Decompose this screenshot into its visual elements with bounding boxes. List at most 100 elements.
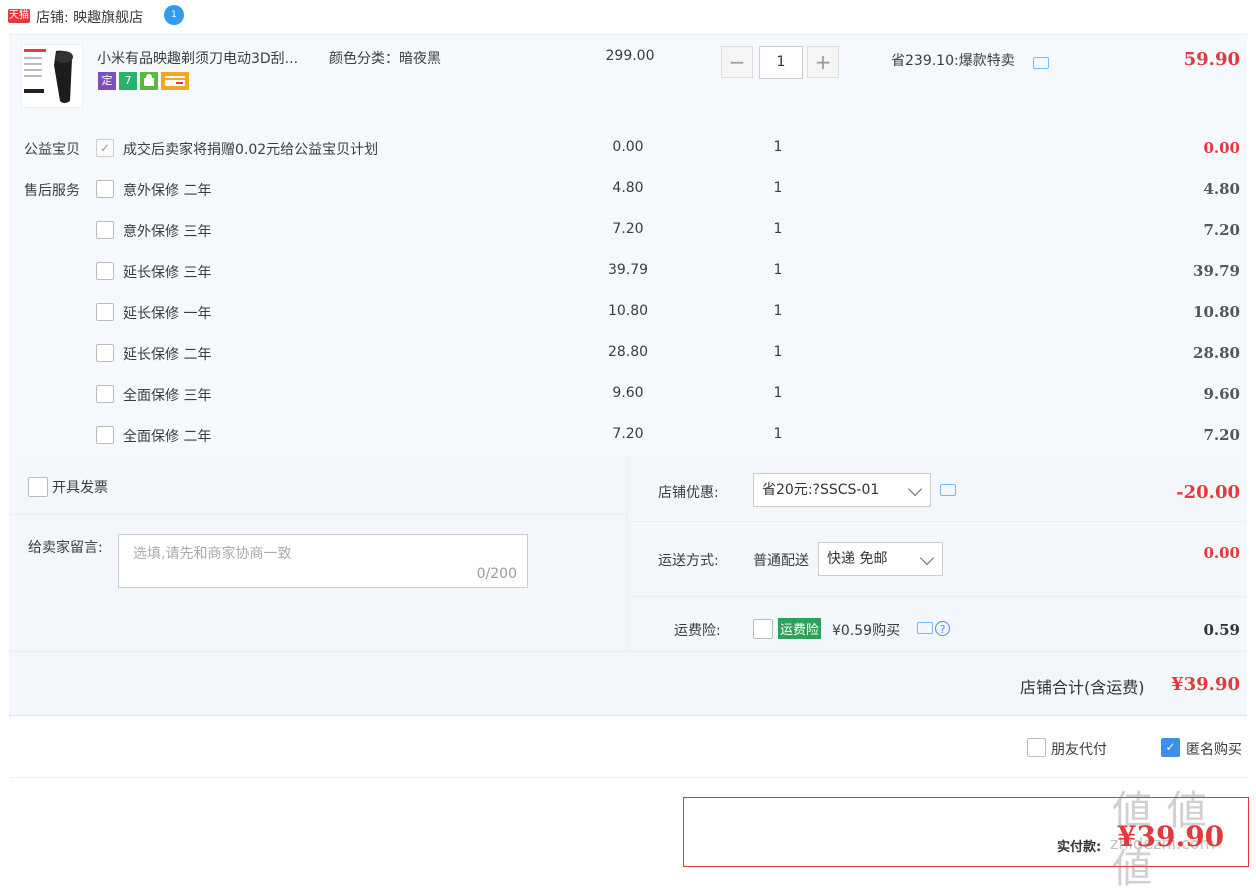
shop-header: 天猫 店铺: 映趣旗舰店 1 bbox=[0, 0, 1256, 34]
coupon-select-value: 省20元:?SSCS-01 bbox=[762, 482, 880, 498]
quantity-input[interactable]: 1 bbox=[759, 46, 803, 79]
service-price: 4.80 bbox=[612, 180, 644, 196]
service-total: 4.80 bbox=[1203, 180, 1240, 198]
service-total: 10.80 bbox=[1193, 303, 1240, 321]
item-total: 59.90 bbox=[1183, 49, 1240, 70]
insurance-checkbox[interactable] bbox=[753, 619, 773, 639]
service-badges: 定7 bbox=[98, 72, 192, 90]
charity-qty: 1 bbox=[773, 139, 783, 155]
service-qty: 1 bbox=[773, 221, 783, 237]
service-price: 9.60 bbox=[612, 385, 644, 401]
product-thumbnail[interactable] bbox=[21, 44, 83, 108]
coupon-amount: -20.00 bbox=[1176, 482, 1240, 503]
product-title[interactable]: 小米有品映趣剃须刀电动3D刮... bbox=[97, 48, 298, 68]
service-checkbox[interactable] bbox=[96, 426, 114, 444]
divider bbox=[628, 521, 1247, 522]
service-name: 全面保修 三年 bbox=[123, 388, 212, 404]
service-total: 28.80 bbox=[1193, 344, 1240, 362]
invoice-checkbox[interactable] bbox=[28, 477, 48, 497]
anonymous-checkbox[interactable]: ✓ bbox=[1161, 738, 1180, 757]
service-total: 9.60 bbox=[1203, 385, 1240, 403]
message-label: 给卖家留言: bbox=[28, 540, 103, 556]
service-checkbox[interactable] bbox=[96, 262, 114, 280]
friend-pay-label: 朋友代付 bbox=[1051, 742, 1107, 758]
service-price: 7.20 bbox=[612, 426, 644, 442]
divider bbox=[627, 455, 628, 651]
insurance-badge: 运费险 bbox=[778, 618, 822, 639]
subtotal-label: 店铺合计(含运费) bbox=[1020, 678, 1145, 697]
service-name: 延长保修 一年 bbox=[123, 306, 212, 322]
tmall-logo: 天猫 bbox=[8, 9, 30, 23]
service-price: 10.80 bbox=[607, 303, 649, 319]
service-name: 意外保修 二年 bbox=[123, 183, 212, 199]
payment-label: 实付款: bbox=[1057, 840, 1102, 855]
service-price: 28.80 bbox=[607, 344, 649, 360]
quantity-stepper: − 1 + bbox=[721, 46, 841, 80]
decrease-button[interactable]: − bbox=[721, 46, 753, 78]
service-label: 售后服务 bbox=[24, 183, 80, 199]
service-name: 全面保修 二年 bbox=[123, 429, 212, 445]
charity-checkbox: ✓ bbox=[96, 139, 114, 157]
divider bbox=[9, 651, 1247, 652]
service-total: 7.20 bbox=[1203, 221, 1240, 239]
service-name: 延长保修 二年 bbox=[123, 347, 212, 363]
product-sku: 颜色分类：暗夜黑 bbox=[329, 51, 441, 67]
service-total: 7.20 bbox=[1203, 426, 1240, 444]
service-qty: 1 bbox=[773, 180, 783, 196]
charity-price: 0.00 bbox=[612, 139, 644, 155]
insurance-amount: 0.59 bbox=[1203, 621, 1240, 639]
message-counter: 0/200 bbox=[476, 566, 517, 582]
shipping-amount: 0.00 bbox=[1203, 544, 1240, 562]
coupon-select[interactable]: 省20元:?SSCS-01 bbox=[753, 473, 931, 507]
service-total: 39.79 bbox=[1193, 262, 1240, 280]
service-checkbox[interactable] bbox=[96, 385, 114, 403]
service-name: 延长保修 三年 bbox=[123, 265, 212, 281]
service-name: 意外保修 三年 bbox=[123, 224, 212, 240]
service-qty: 1 bbox=[773, 262, 783, 278]
anonymous-label: 匿名购买 bbox=[1186, 742, 1242, 758]
help-icon[interactable]: ? bbox=[935, 621, 950, 636]
comment-icon[interactable] bbox=[1033, 57, 1049, 69]
charity-text: 成交后卖家将捐赠0.02元给公益宝贝计划 bbox=[123, 142, 379, 158]
shipping-select[interactable]: 快递 免邮 bbox=[818, 542, 943, 576]
divider bbox=[9, 777, 1247, 778]
shipping-select-value: 快递 免邮 bbox=[827, 551, 888, 567]
credit-card-icon[interactable] bbox=[161, 72, 189, 90]
message-textarea[interactable]: 选填,请先和商家协商一致 0/200 bbox=[118, 534, 528, 588]
guarantee-badge-icon[interactable] bbox=[140, 72, 158, 90]
increase-button[interactable]: + bbox=[807, 46, 839, 78]
divider bbox=[9, 514, 627, 515]
service-price: 39.79 bbox=[607, 262, 649, 278]
service-checkbox[interactable] bbox=[96, 303, 114, 321]
service-qty: 1 bbox=[773, 385, 783, 401]
divider bbox=[628, 596, 1247, 597]
discount-text: 省239.10:爆款特卖 bbox=[891, 53, 1015, 69]
service-qty: 1 bbox=[773, 344, 783, 360]
service-checkbox[interactable] bbox=[96, 344, 114, 362]
shipping-method: 普通配送 bbox=[753, 553, 809, 569]
insurance-text: ¥0.59购买 bbox=[832, 623, 901, 639]
chevron-down-icon bbox=[907, 481, 923, 497]
service-checkbox[interactable] bbox=[96, 221, 114, 239]
service-qty: 1 bbox=[773, 426, 783, 442]
message-placeholder: 选填,请先和商家协商一致 bbox=[133, 546, 292, 562]
charity-label: 公益宝贝 bbox=[24, 142, 80, 158]
shipping-label: 运送方式: bbox=[658, 553, 719, 569]
coupon-label: 店铺优惠: bbox=[658, 485, 719, 501]
subtotal-amount: ¥39.90 bbox=[1171, 674, 1240, 695]
unit-price: 299.00 bbox=[605, 48, 655, 64]
invoice-label: 开具发票 bbox=[52, 480, 108, 496]
chevron-down-icon bbox=[919, 550, 935, 566]
comment-icon[interactable] bbox=[917, 622, 933, 634]
service-qty: 1 bbox=[773, 303, 783, 319]
shop-name[interactable]: 店铺: 映趣旗舰店 bbox=[36, 7, 143, 27]
insurance-label: 运费险: bbox=[674, 623, 721, 639]
watermark-url: zhidezhi.com bbox=[1110, 834, 1216, 853]
service-price: 7.20 bbox=[612, 221, 644, 237]
wangwang-chat-icon[interactable]: 1 bbox=[164, 5, 184, 25]
comment-icon[interactable] bbox=[940, 484, 956, 496]
friend-pay-checkbox[interactable] bbox=[1027, 738, 1046, 757]
service-checkbox[interactable] bbox=[96, 180, 114, 198]
deposit-badge-icon[interactable]: 定 bbox=[98, 72, 116, 90]
seven-day-return-icon[interactable]: 7 bbox=[119, 72, 137, 90]
